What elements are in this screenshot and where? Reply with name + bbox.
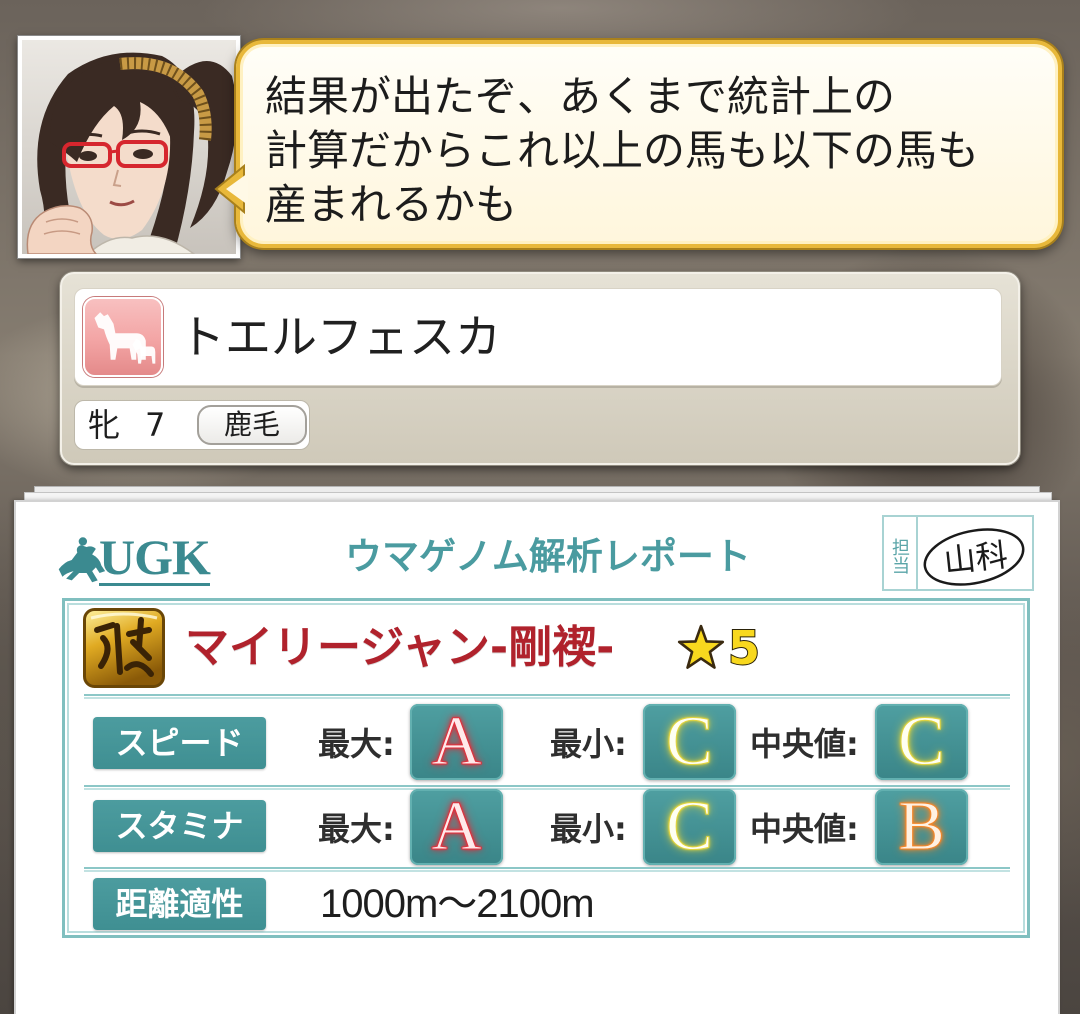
stamina-label: スタミナ bbox=[93, 800, 266, 852]
speed-max-label: 最大: bbox=[318, 725, 395, 763]
dialog-bubble-tail bbox=[214, 163, 248, 215]
speed-min-label: 最小: bbox=[550, 725, 627, 763]
ugk-logo-text: UGK bbox=[99, 529, 211, 586]
analysis-table: マイリージャン-剛褉- 5 スピード 最大: A 最小: C 中央値: C スタ… bbox=[62, 598, 1030, 938]
dialog-line: 結果が出たぞ、あくまで統計上の bbox=[265, 72, 896, 121]
speed-min-grade: C bbox=[643, 704, 736, 780]
mare-horse-icon bbox=[83, 297, 163, 377]
grade-letter: A bbox=[431, 789, 483, 865]
distance-aptitude-value: 1000m〜2100m bbox=[320, 882, 595, 926]
dialog-text: 結果が出たぞ、あくまで統計上の 計算だからこれ以上の馬も以下の馬も 産まれるかも bbox=[265, 70, 1045, 232]
lineage-name: マイリージャン-剛褉- bbox=[185, 622, 615, 673]
grade-letter: B bbox=[898, 789, 946, 865]
distance-aptitude-label: 距離適性 bbox=[93, 878, 266, 930]
horse-sex: 牝 bbox=[88, 406, 121, 444]
speed-median-label: 中央値: bbox=[750, 725, 859, 763]
stamina-median-grade: B bbox=[875, 789, 968, 865]
dialog-line: 計算だからこれ以上の馬も以下の馬も bbox=[265, 126, 980, 175]
horse-name: トエルフェスカ bbox=[179, 310, 501, 364]
speed-max-grade: A bbox=[410, 704, 503, 780]
coat-color-badge: 鹿毛 bbox=[197, 405, 307, 445]
speed-label: スピード bbox=[93, 717, 266, 769]
signature-text: 山科 bbox=[942, 536, 1010, 580]
ugk-logo: UGK bbox=[55, 528, 215, 590]
mare-horse-icon-graphic bbox=[94, 312, 156, 364]
row-divider bbox=[84, 785, 1010, 790]
genome-report: UGK ウマゲノム解析レポート 担当 山科 マイリージャン-剛褉- 5 スピード… bbox=[14, 500, 1060, 1014]
speed-median-grade: C bbox=[875, 704, 968, 780]
horse-name-area: トエルフェスカ bbox=[74, 288, 1002, 386]
star-icon bbox=[677, 624, 725, 669]
grade-letter: A bbox=[431, 704, 483, 780]
grade-letter: C bbox=[666, 704, 714, 780]
character-portrait-image bbox=[22, 40, 236, 254]
approval-stamp: 担当 山科 bbox=[882, 515, 1034, 591]
stamina-max-grade: A bbox=[410, 789, 503, 865]
stamp-label: 担当 bbox=[884, 517, 918, 589]
character-portrait bbox=[18, 36, 240, 258]
stamina-min-label: 最小: bbox=[550, 810, 627, 848]
signature: 山科 bbox=[923, 528, 1025, 586]
horse-attributes: 牝 7 鹿毛 bbox=[74, 400, 310, 450]
grade-letter: C bbox=[666, 789, 714, 865]
dialog-line: 産まれるかも bbox=[265, 180, 518, 229]
stamina-max-label: 最大: bbox=[318, 810, 395, 848]
horse-age: 7 bbox=[145, 406, 166, 444]
grade-letter: C bbox=[898, 704, 946, 780]
report-title: ウマゲノム解析レポート bbox=[345, 535, 751, 578]
lineage-rank: 5 bbox=[727, 620, 761, 676]
gold-lineage-icon bbox=[83, 608, 165, 688]
row-divider bbox=[84, 694, 1010, 699]
stamina-min-grade: C bbox=[643, 789, 736, 865]
stamina-median-label: 中央値: bbox=[750, 810, 859, 848]
dialog-bubble[interactable]: 結果が出たぞ、あくまで統計上の 計算だからこれ以上の馬も以下の馬も 産まれるかも bbox=[214, 40, 1062, 248]
horse-info-panel: トエルフェスカ 牝 7 鹿毛 bbox=[60, 272, 1020, 465]
